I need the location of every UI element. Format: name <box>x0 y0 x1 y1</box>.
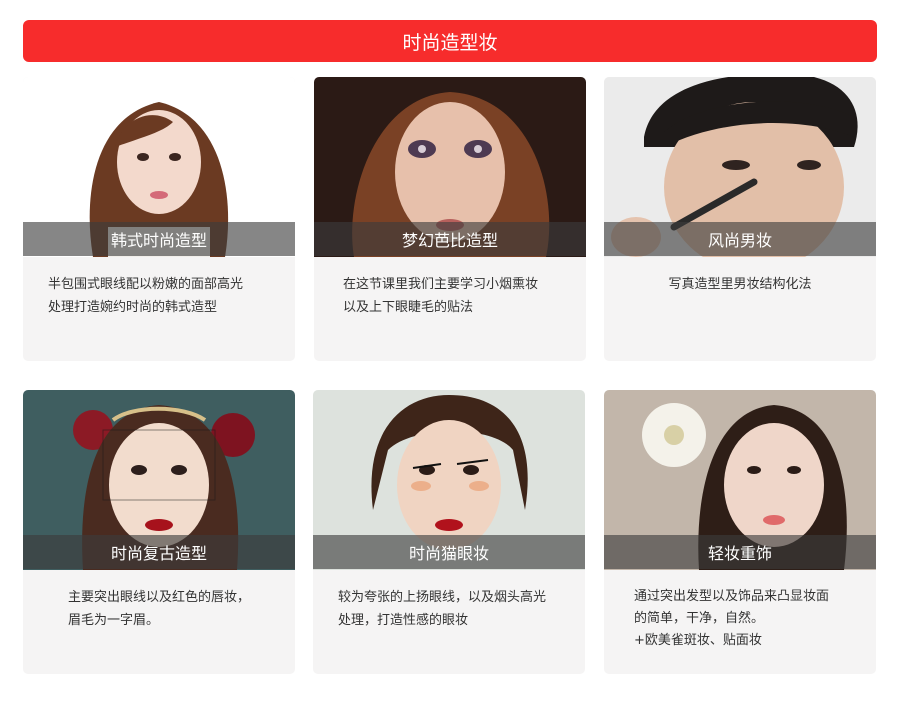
card-description: 写真造型里男妆结构化法 <box>604 273 876 296</box>
section-title: 时尚造型妆 <box>402 31 498 54</box>
desc-line: 处理，打造性感的眼妆 <box>338 613 469 628</box>
desc-line: 的简单，干净，自然。 <box>634 611 765 626</box>
section-title-bar: 时尚造型妆 <box>23 20 877 62</box>
card-title: 风尚男妆 <box>707 231 772 250</box>
card-description: 较为夸张的上扬眼线，以及烟头高光 处理，打造性感的眼妆 <box>313 586 585 632</box>
desc-line: 眉毛为一字眉。 <box>68 613 160 628</box>
course-card-cat-eye[interactable]: 时尚猫眼妆 较为夸张的上扬眼线，以及烟头高光 处理，打造性感的眼妆 <box>313 390 585 674</box>
course-card-male[interactable]: 风尚男妆 写真造型里男妆结构化法 <box>604 77 876 361</box>
card-title: 韩式时尚造型 <box>110 231 207 250</box>
card-title: 梦幻芭比造型 <box>401 231 498 250</box>
card-caption: 轻妆重饰 <box>604 535 876 569</box>
desc-line: 处理打造婉约时尚的韩式造型 <box>48 300 218 315</box>
desc-line: 通过突出发型以及饰品来凸显妆面 <box>634 589 830 604</box>
card-description: 半包围式眼线配以粉嫩的面部高光 处理打造婉约时尚的韩式造型 <box>23 273 295 319</box>
desc-line: +欧美雀斑妆、贴面妆 <box>634 633 762 648</box>
card-caption: 时尚复古造型 <box>23 535 295 569</box>
desc-line: 写真造型里男妆结构化法 <box>668 277 812 292</box>
card-caption: 梦幻芭比造型 <box>314 222 586 256</box>
card-description: 在这节课里我们主要学习小烟熏妆 以及上下眼睫毛的贴法 <box>314 273 586 319</box>
card-caption: 韩式时尚造型 <box>23 222 295 256</box>
card-description: 主要突出眼线以及红色的唇妆， 眉毛为一字眉。 <box>23 586 295 632</box>
desc-line: 以及上下眼睫毛的贴法 <box>343 300 474 315</box>
course-card-barbie[interactable]: 梦幻芭比造型 在这节课里我们主要学习小烟熏妆 以及上下眼睫毛的贴法 <box>314 77 586 361</box>
desc-line: 在这节课里我们主要学习小烟熏妆 <box>343 277 539 292</box>
card-title: 时尚猫眼妆 <box>408 544 489 563</box>
course-card-korean[interactable]: 韩式时尚造型 半包围式眼线配以粉嫩的面部高光 处理打造婉约时尚的韩式造型 <box>23 77 295 361</box>
desc-line: 较为夸张的上扬眼线，以及烟头高光 <box>338 590 547 605</box>
card-description: 通过突出发型以及饰品来凸显妆面 的简单，干净，自然。 +欧美雀斑妆、贴面妆 <box>604 586 876 652</box>
card-caption: 时尚猫眼妆 <box>313 535 585 569</box>
desc-line: 半包围式眼线配以粉嫩的面部高光 <box>48 277 244 292</box>
card-title: 轻妆重饰 <box>707 544 772 563</box>
course-card-light[interactable]: 轻妆重饰 通过突出发型以及饰品来凸显妆面 的简单，干净，自然。 +欧美雀斑妆、贴… <box>604 390 876 674</box>
card-title: 时尚复古造型 <box>110 544 207 563</box>
desc-line: 主要突出眼线以及红色的唇妆， <box>68 590 251 605</box>
course-card-retro[interactable]: 时尚复古造型 主要突出眼线以及红色的唇妆， 眉毛为一字眉。 <box>23 390 295 674</box>
card-caption: 风尚男妆 <box>604 222 876 256</box>
